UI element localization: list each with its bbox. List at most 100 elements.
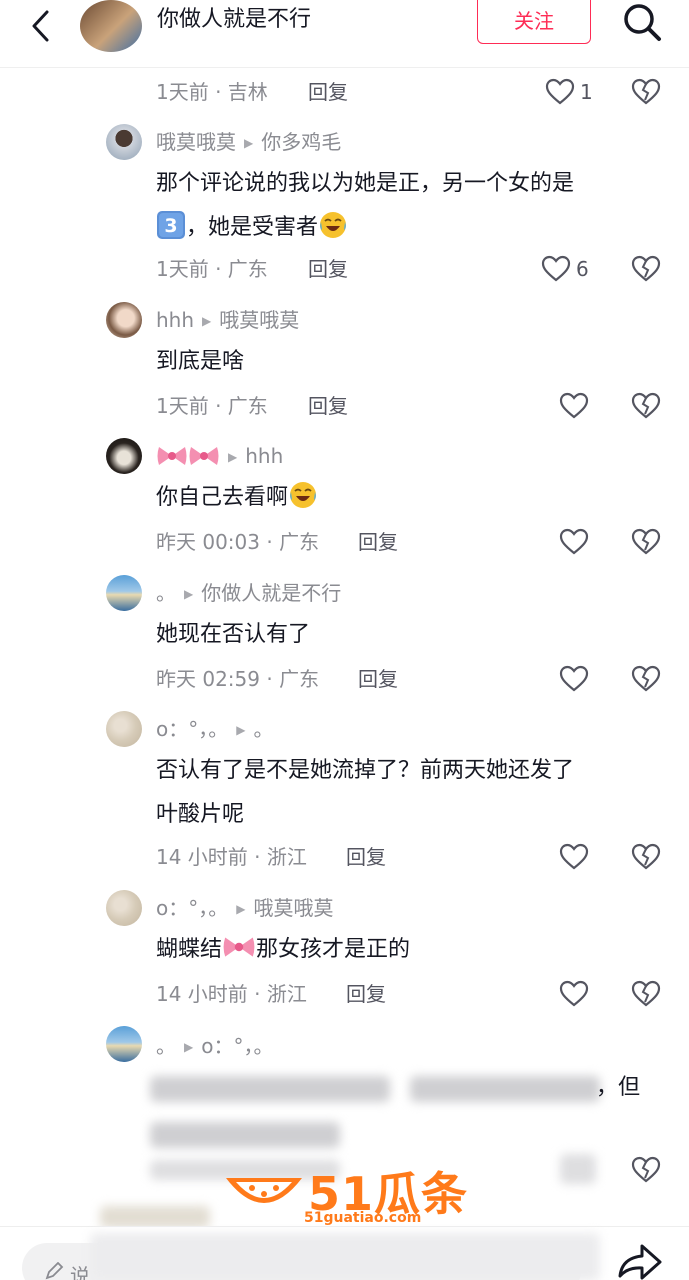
bottom-comment-bar <box>0 1226 689 1280</box>
keycap-three-emoji: 3 <box>157 211 185 239</box>
heart-icon[interactable] <box>558 390 590 422</box>
broken-heart-icon[interactable] <box>630 390 662 422</box>
comment-text-part: 蝴蝶结 <box>156 937 223 962</box>
comment-time-location: 1天前 · 广东 <box>156 394 268 418</box>
share-icon[interactable] <box>614 1240 664 1280</box>
top-bar: 你做人就是不行 关注 <box>0 0 689 68</box>
reply-to-username[interactable]: 你多鸡毛 <box>261 130 341 154</box>
laughing-crying-emoji <box>290 482 317 508</box>
pencil-icon <box>44 1261 64 1280</box>
bow-emoji <box>189 447 219 465</box>
reply-arrow-icon: ▶ <box>184 587 194 601</box>
broken-heart-icon[interactable] <box>630 76 662 108</box>
like-count: 1 <box>580 80 593 104</box>
comment-meta: 14 小时前 · 浙江 回复 <box>156 842 386 872</box>
heart-icon[interactable] <box>544 76 576 108</box>
reply-button[interactable]: 回复 <box>308 391 348 421</box>
reply-button[interactable]: 回复 <box>358 527 398 557</box>
comment-text-part: 否认有了是不是她流掉了？前两天她还发了 <box>156 758 575 783</box>
blurred-text <box>150 1076 390 1102</box>
reply-button[interactable]: 回复 <box>346 842 386 872</box>
svg-text:3: 3 <box>164 215 177 237</box>
comment-time-location: 1天前 · 广东 <box>156 257 268 281</box>
avatar[interactable] <box>106 1026 142 1062</box>
comment-meta: 1天前 · 吉林 回复 <box>156 77 348 107</box>
username[interactable]: 哦莫哦莫 <box>156 130 236 154</box>
comment-text: 否认有了是不是她流掉了？前两天她还发了 叶酸片呢 <box>156 749 656 837</box>
heart-icon[interactable] <box>558 841 590 873</box>
comment-time-location: 14 小时前 · 浙江 <box>156 982 307 1006</box>
like-count: 6 <box>576 257 589 281</box>
comment-meta: 昨天 00:03 · 广东 回复 <box>156 527 398 557</box>
comment-text: 蝴蝶结 那女孩才是正的 <box>156 928 656 972</box>
username[interactable]: o：°，。 <box>156 896 228 920</box>
username[interactable]: hhh <box>156 308 194 332</box>
comment-meta: 1天前 · 广东 回复 <box>156 254 348 284</box>
reply-to-username[interactable]: 哦莫哦莫 <box>219 308 299 332</box>
blurred-text <box>150 1122 340 1148</box>
comment-meta: 1天前 · 广东 回复 <box>156 391 348 421</box>
blurred-input-overlay <box>90 1233 600 1280</box>
comment-text: 到底是啥 <box>156 349 245 374</box>
comment-text: 那个评论说的我以为她是正，另一个女的是 3 ，她是受害者 <box>156 162 656 250</box>
reply-arrow-icon: ▶ <box>184 1040 194 1054</box>
heart-icon[interactable] <box>540 253 572 285</box>
blurred-text <box>410 1076 600 1102</box>
reply-button[interactable]: 回复 <box>308 77 348 107</box>
avatar[interactable] <box>106 124 142 160</box>
reply-button[interactable]: 回复 <box>308 254 348 284</box>
username[interactable]: 。 <box>156 581 176 605</box>
broken-heart-icon[interactable] <box>630 841 662 873</box>
broken-heart-icon[interactable] <box>630 253 662 285</box>
comment-text-part: 那女孩才是正的 <box>256 937 411 962</box>
page-title: 你做人就是不行 <box>157 7 312 32</box>
reply-arrow-icon: ▶ <box>236 723 246 737</box>
reply-to-username[interactable]: 。 <box>253 717 273 741</box>
heart-icon[interactable] <box>558 663 590 695</box>
back-icon[interactable] <box>22 6 62 46</box>
search-icon[interactable] <box>620 0 664 44</box>
follow-button[interactable]: 关注 <box>477 0 591 44</box>
avatar[interactable] <box>106 438 142 474</box>
comment-input-placeholder: 说 <box>70 1264 90 1280</box>
avatar[interactable] <box>106 890 142 926</box>
comment-time-location: 昨天 02:59 · 广东 <box>156 667 320 691</box>
reply-button[interactable]: 回复 <box>358 664 398 694</box>
heart-icon[interactable] <box>558 526 590 558</box>
reply-arrow-icon: ▶ <box>228 450 238 464</box>
avatar[interactable] <box>106 575 142 611</box>
username[interactable]: 。 <box>156 1034 176 1058</box>
blurred-avatar-row <box>100 1206 210 1228</box>
comment-time-location: 昨天 00:03 · 广东 <box>156 530 320 554</box>
comment-time-location: 1天前 · 吉林 <box>156 80 268 104</box>
username[interactable]: o：°，。 <box>156 717 228 741</box>
reply-arrow-icon: ▶ <box>244 136 254 150</box>
bow-emoji <box>223 937 255 957</box>
comment-text-part: 叶酸片呢 <box>156 802 245 827</box>
avatar[interactable] <box>106 711 142 747</box>
comment-text-part: ，她是受害者 <box>186 215 319 240</box>
reply-to-username[interactable]: o：°，。 <box>201 1034 273 1058</box>
bow-emoji <box>157 447 187 465</box>
broken-heart-icon[interactable] <box>630 978 662 1010</box>
reply-to-username[interactable]: hhh <box>245 444 283 468</box>
heart-icon[interactable] <box>558 978 590 1010</box>
comment-text-part: 你自己去看啊 <box>156 485 289 510</box>
reply-to-username[interactable]: 哦莫哦莫 <box>253 896 333 920</box>
comment-time-location: 14 小时前 · 浙江 <box>156 845 307 869</box>
laughing-crying-emoji <box>320 212 347 238</box>
reply-to-username[interactable]: 你做人就是不行 <box>201 581 341 605</box>
watermelon-logo-icon <box>226 1178 302 1203</box>
blurred-like <box>560 1154 596 1184</box>
watermark-url: 51guatiao.com <box>304 1210 422 1226</box>
author-avatar[interactable] <box>80 0 142 52</box>
reply-button[interactable]: 回复 <box>346 979 386 1009</box>
broken-heart-icon[interactable] <box>630 526 662 558</box>
comment-meta: 昨天 02:59 · 广东 回复 <box>156 664 398 694</box>
comment-text: 你自己去看啊 <box>156 476 656 520</box>
comment-text: ，但 <box>596 1075 641 1100</box>
comment-meta: 14 小时前 · 浙江 回复 <box>156 979 386 1009</box>
broken-heart-icon[interactable] <box>630 1154 662 1186</box>
avatar[interactable] <box>106 302 142 338</box>
broken-heart-icon[interactable] <box>630 663 662 695</box>
